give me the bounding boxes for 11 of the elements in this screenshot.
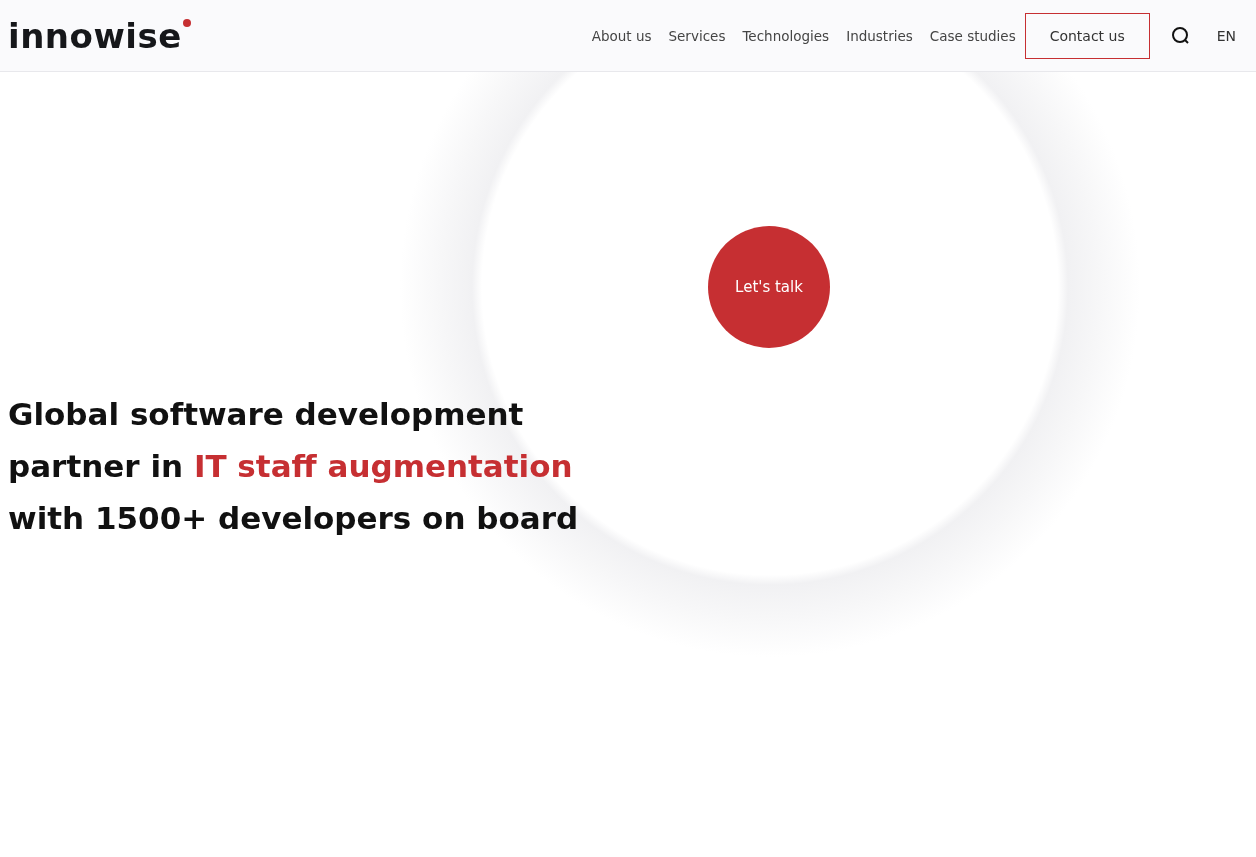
logo-dot-icon (182, 18, 191, 27)
nav-link[interactable]: Services (668, 27, 726, 44)
hero-headline: Global software development partner in IT staff augmentation with 1500+ developers on board (8, 395, 580, 538)
search-icon[interactable] (1170, 25, 1191, 46)
logo-text[interactable]: innowise (8, 18, 182, 53)
nav-link[interactable]: About us (591, 27, 652, 44)
nav-link[interactable]: Technologies (742, 27, 830, 44)
language-selector[interactable]: EN (1216, 27, 1236, 44)
contact-button[interactable]: Contact us (1024, 12, 1150, 59)
nav-link[interactable]: Case studies (929, 27, 1016, 44)
nav-link[interactable]: Industries (846, 27, 913, 44)
